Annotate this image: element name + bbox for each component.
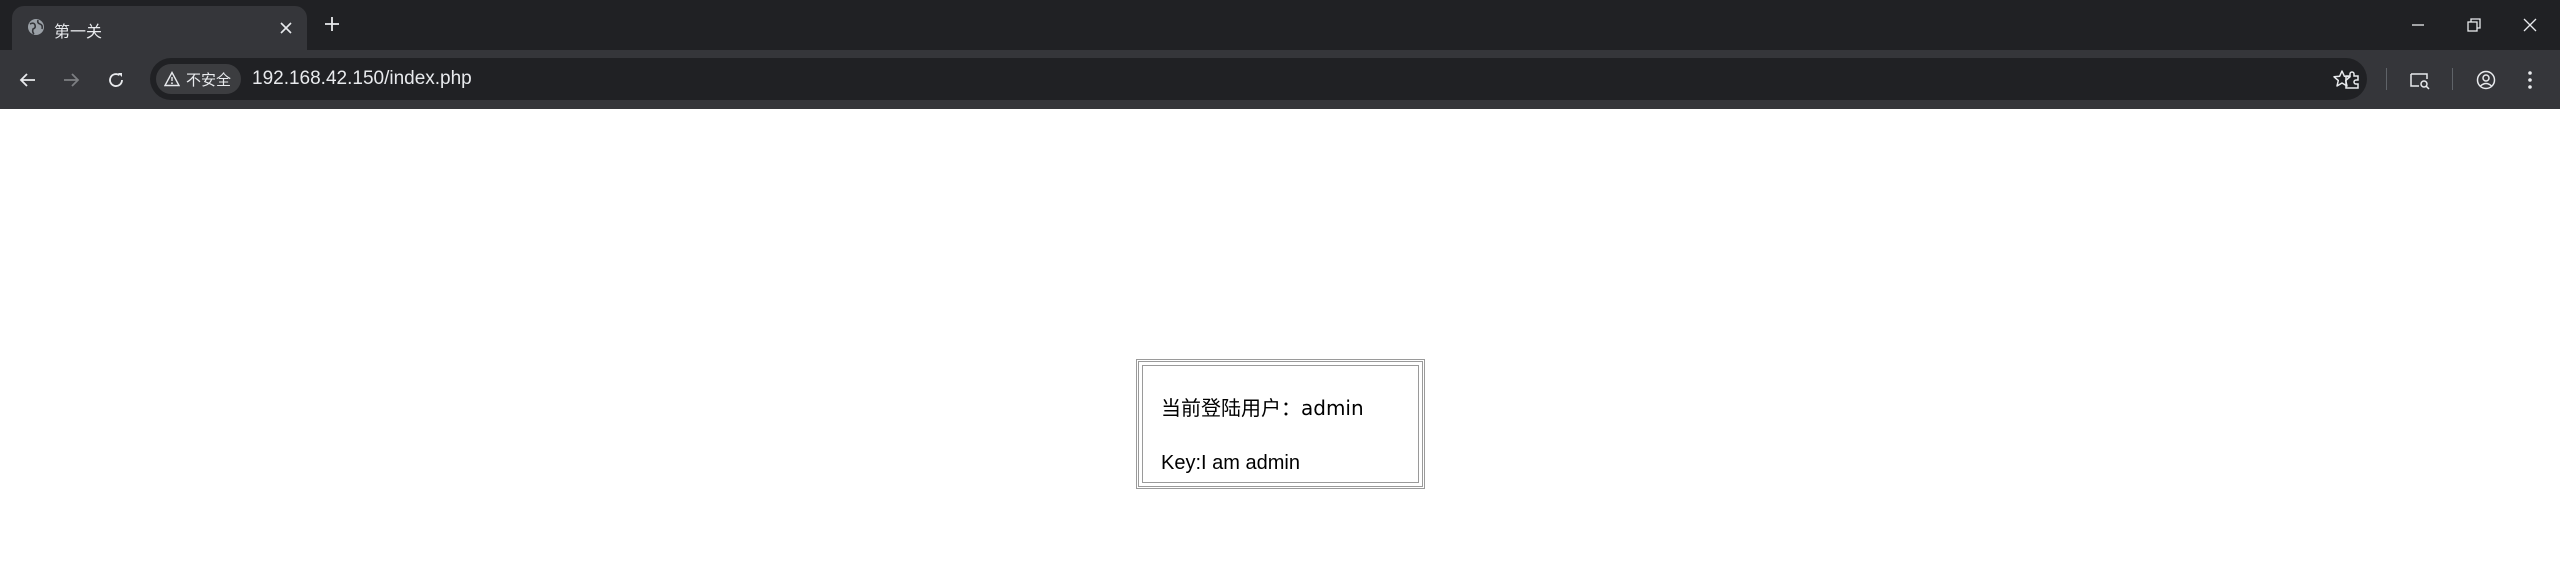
security-label: 不安全 — [186, 70, 232, 89]
url-text[interactable]: 192.168.42.150/index.php — [252, 68, 472, 90]
address-bar[interactable]: 不安全 192.168.42.150/index.php — [150, 58, 2367, 100]
media-control-icon[interactable] — [2404, 64, 2436, 96]
toolbar-separator — [2452, 68, 2453, 90]
toolbar-separator — [2386, 68, 2387, 90]
warning-icon — [164, 71, 180, 87]
security-chip[interactable]: 不安全 — [156, 64, 242, 94]
browser-toolbar: 不安全 192.168.42.150/index.php — [0, 50, 2560, 109]
globe-icon — [26, 17, 46, 37]
browser-tab[interactable]: 第一关 — [12, 6, 307, 50]
user-info-cell: 当前登陆用户：admin Key:I am admin — [1142, 365, 1419, 483]
tab-title: 第一关 — [54, 22, 103, 41]
forward-arrow-icon[interactable] — [55, 64, 87, 96]
back-arrow-icon[interactable] — [12, 64, 44, 96]
minimize-icon[interactable] — [2390, 0, 2446, 50]
page-viewport: 当前登陆用户：admin Key:I am admin — [0, 109, 2560, 573]
plus-icon[interactable] — [318, 10, 346, 38]
menu-dots-icon[interactable] — [2514, 64, 2546, 96]
reload-icon[interactable] — [100, 64, 132, 96]
restore-icon[interactable] — [2446, 0, 2502, 50]
window-close-icon[interactable] — [2502, 0, 2558, 50]
current-user-text: 当前登陆用户：admin — [1161, 396, 1364, 420]
user-info-table: 当前登陆用户：admin Key:I am admin — [1136, 359, 1425, 489]
key-text: Key:I am admin — [1161, 452, 1300, 474]
tab-strip: 第一关 — [0, 0, 2560, 50]
close-icon[interactable] — [273, 15, 299, 41]
profile-icon[interactable] — [2470, 64, 2502, 96]
extensions-icon[interactable] — [2336, 64, 2368, 96]
